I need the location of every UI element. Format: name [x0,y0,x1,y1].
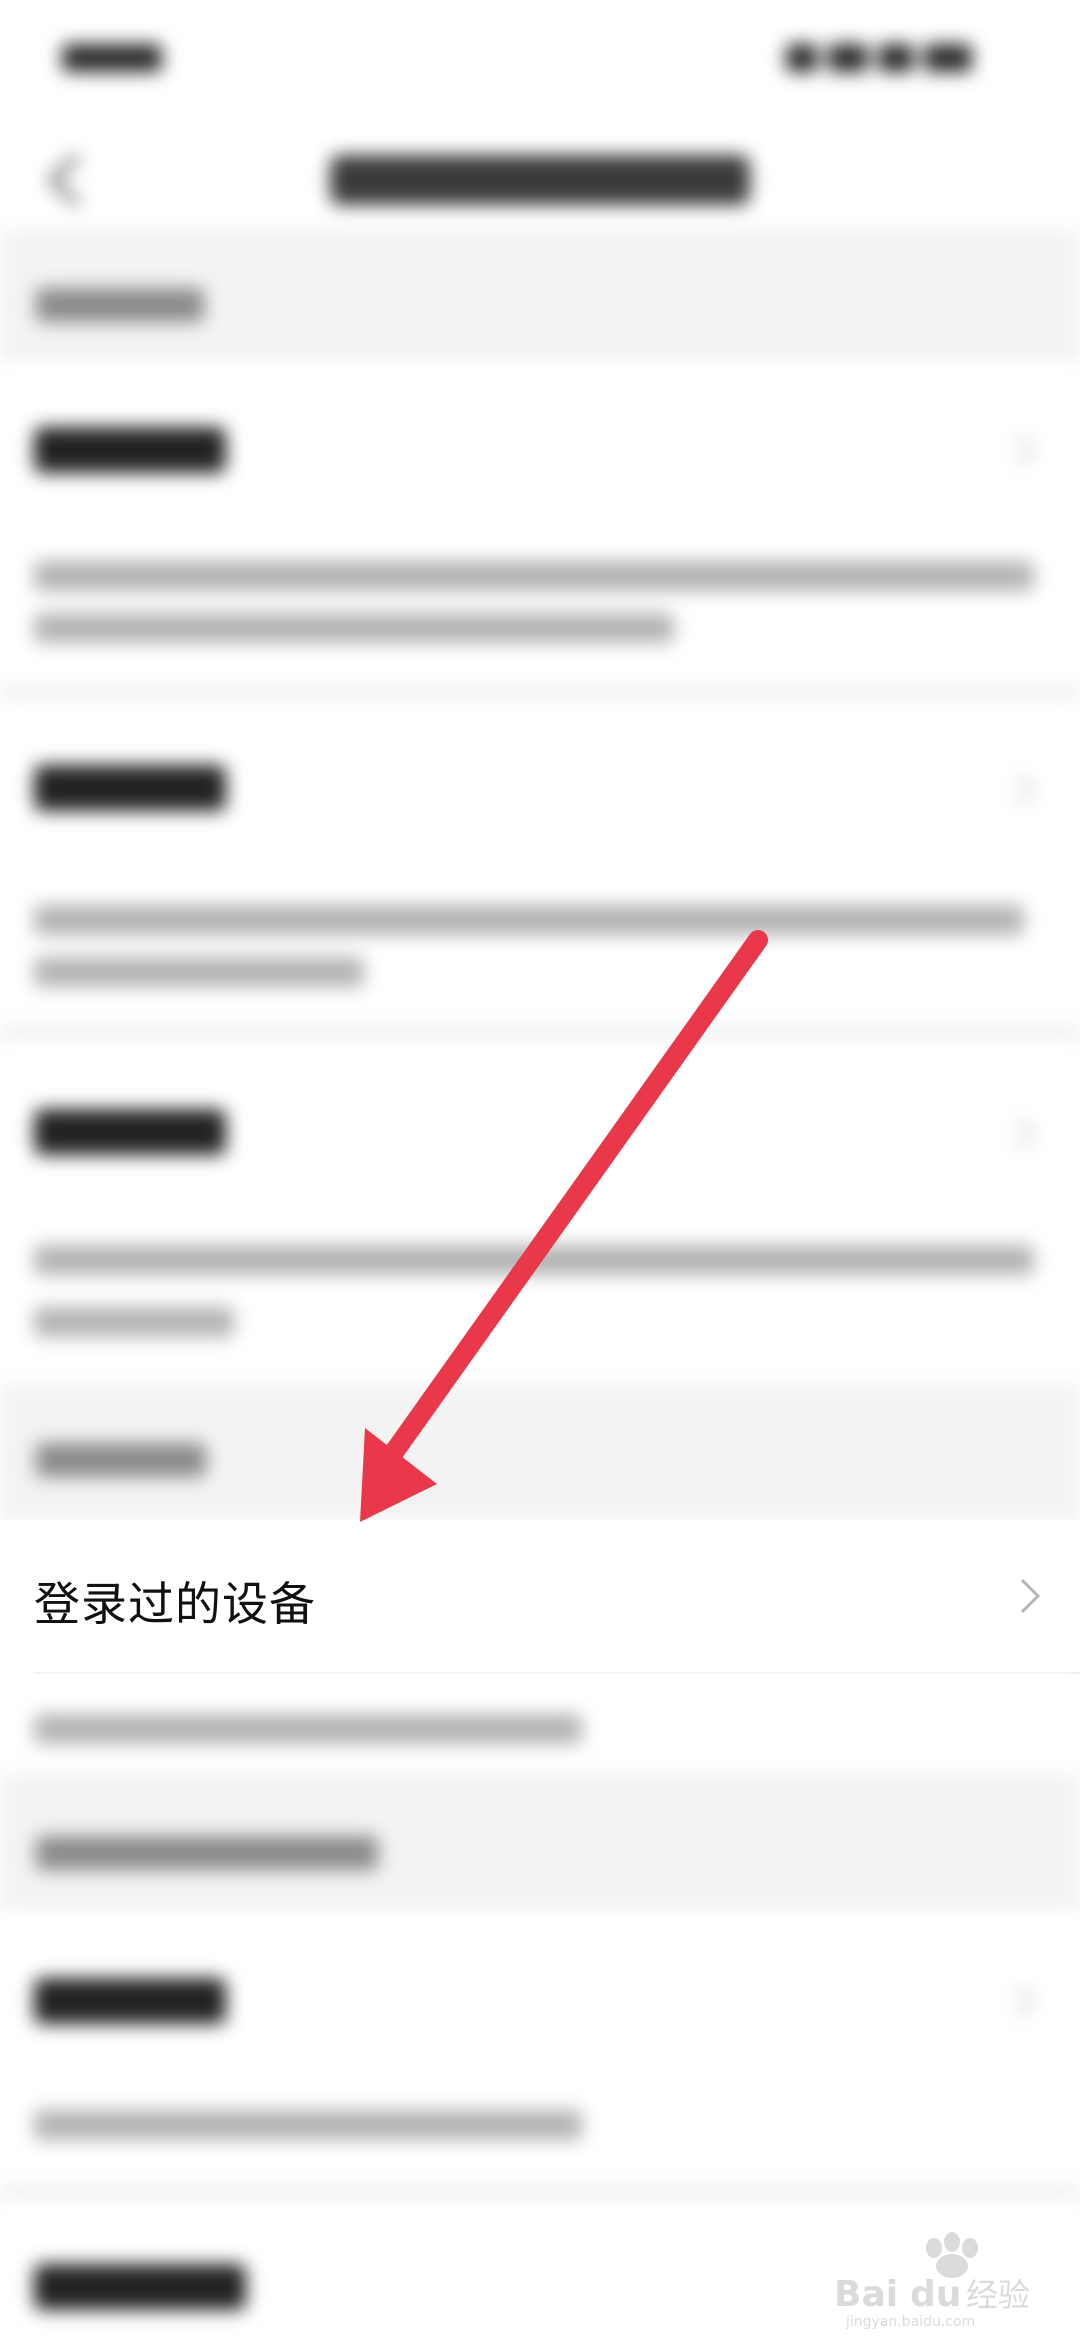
list-item-logged-in-devices[interactable]: 登录过的设备 [0,1520,1080,1670]
logged-in-devices-label: 登录过的设备 [34,1577,316,1631]
title-bar [0,130,1080,230]
list-item-transaction-info[interactable] [0,1045,1080,1375]
list-item-description [0,1674,1080,1774]
divider [0,685,1080,705]
svg-text:du: du [910,2274,961,2315]
divider [0,2184,1080,2204]
section-header-my-info [0,230,1080,365]
status-time [62,44,162,72]
page-title [330,155,750,205]
section-header-device-info [0,1385,1080,1520]
list-item-social-info[interactable] [0,705,1080,1025]
section-header-usage-info [0,1774,1080,1914]
baidu-paw-logo-icon: Bai du 经验 jingyan.baidu.com [834,2232,1030,2330]
divider [0,1025,1080,1045]
svg-text:经验: 经验 [966,2276,1030,2314]
back-arrow-icon[interactable] [36,150,96,210]
svg-text:jingyan.baidu.com: jingyan.baidu.com [845,2314,975,2330]
list-item-location-info[interactable] [0,1914,1080,2184]
list-item-basic-info[interactable] [0,365,1080,685]
chevron-right-icon [1020,1578,1041,1614]
svg-text:Bai: Bai [834,2274,898,2315]
status-icons [786,44,1016,74]
status-bar [0,0,1080,130]
baidu-watermark: Bai du 经验 jingyan.baidu.com [826,2230,1056,2330]
